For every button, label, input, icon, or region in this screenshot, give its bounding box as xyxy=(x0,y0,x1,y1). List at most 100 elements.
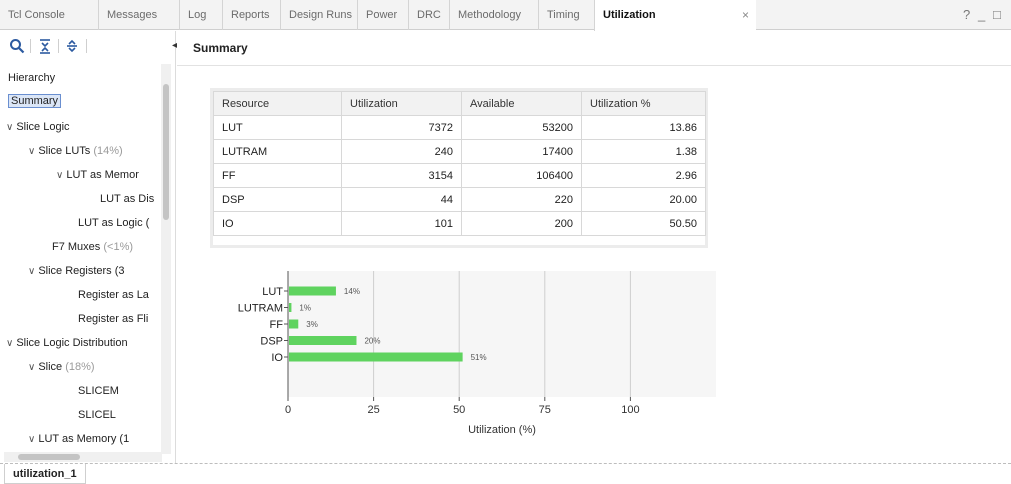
tree-horizontal-scrollbar[interactable] xyxy=(4,452,162,462)
table-header-row: Resource Utilization Available Utilizati… xyxy=(213,91,706,116)
bar-io xyxy=(289,352,463,362)
tab-tcl-console[interactable]: Tcl Console xyxy=(0,0,65,30)
cell-resource: IO xyxy=(213,211,342,236)
tab-messages[interactable]: Messages xyxy=(98,0,157,30)
tree-item-lut-as-distributed-ram[interactable]: LUT as Dis xyxy=(100,190,154,208)
tree-item-lut-as-memory-2[interactable]: ∨ LUT as Memory (1 xyxy=(28,430,129,448)
cell-available: 106400 xyxy=(461,163,582,188)
tree-item-label: Slice Logic xyxy=(16,121,70,133)
tree-item-lut-as-logic[interactable]: LUT as Logic ( xyxy=(78,214,149,232)
cell-utilization-percent: 13.86 xyxy=(581,115,706,140)
tree-item-slicel[interactable]: SLICEL xyxy=(78,406,116,424)
tree-item-slice-luts[interactable]: ∨ Slice LUTs (14%) xyxy=(28,142,123,160)
table-row[interactable]: LUT 7372 53200 13.86 xyxy=(213,115,706,140)
column-header-utilization[interactable]: Utilization xyxy=(341,91,462,116)
chevron-down-icon[interactable]: ∨ xyxy=(6,122,13,133)
data-label: 1% xyxy=(299,304,311,313)
cell-resource: LUT xyxy=(213,115,342,140)
cell-available: 53200 xyxy=(461,115,582,140)
tab-close-icon[interactable]: × xyxy=(742,0,749,30)
tree-item-slice-registers[interactable]: ∨ Slice Registers (3 xyxy=(28,262,125,280)
x-tick-label: 100 xyxy=(621,404,639,416)
tree-item-lut-as-memory[interactable]: ∨ LUT as Memor xyxy=(56,166,139,184)
search-icon[interactable] xyxy=(9,38,25,54)
tab-methodology[interactable]: Methodology xyxy=(449,0,521,30)
toolbar-divider xyxy=(30,39,31,53)
x-tick-label: 50 xyxy=(453,404,465,416)
tree-item-label: SLICEL xyxy=(78,409,116,421)
tree-item-slicem[interactable]: SLICEM xyxy=(78,382,119,400)
chevron-down-icon[interactable]: ∨ xyxy=(6,338,13,349)
tree-item-f7-muxes[interactable]: F7 Muxes (<1%) xyxy=(52,238,133,256)
chevron-down-icon[interactable]: ∨ xyxy=(28,146,35,157)
table-row[interactable]: IO 101 200 50.50 xyxy=(213,211,706,236)
page-title: Summary xyxy=(193,41,248,55)
utilization-bar-chart: 0 25 50 75 100 LUT 14% LUTRAM 1% FF 3% DSP 20% IO 51% U… xyxy=(238,271,716,436)
toolbar-divider xyxy=(58,39,59,53)
tree-item-hierarchy[interactable]: Hierarchy xyxy=(8,69,55,87)
tree-item-label: Register as Fli xyxy=(78,313,149,325)
bottom-tab-bar: utilization_1 xyxy=(0,463,1011,484)
tab-timing[interactable]: Timing xyxy=(538,0,580,30)
cell-utilization-percent: 50.50 xyxy=(581,211,706,236)
tree-item-label: Slice Logic Distribution xyxy=(16,337,128,349)
data-label: 3% xyxy=(306,320,318,329)
category-label: IO xyxy=(271,352,283,364)
tab-reports[interactable]: Reports xyxy=(222,0,270,30)
tree-item-label: SLICEM xyxy=(78,385,119,397)
help-icon[interactable]: ? xyxy=(963,0,970,30)
cell-utilization-percent: 1.38 xyxy=(581,139,706,164)
cell-resource: DSP xyxy=(213,187,342,212)
tree-item-register-as-flip-flop[interactable]: Register as Fli xyxy=(78,310,148,328)
tab-design-runs[interactable]: Design Runs xyxy=(280,0,352,30)
cell-utilization-percent: 2.96 xyxy=(581,163,706,188)
scrollbar-thumb[interactable] xyxy=(18,454,80,460)
tree-item-slice[interactable]: ∨ Slice (18%) xyxy=(28,358,95,376)
minimize-icon[interactable]: _ xyxy=(978,0,985,30)
tab-drc[interactable]: DRC xyxy=(408,0,441,30)
utilization-chart: 0 25 50 75 100 LUT 14% LUTRAM 1% FF 3% DSP 20% IO 51% U… xyxy=(232,269,722,442)
cell-resource: LUTRAM xyxy=(213,139,342,164)
maximize-icon[interactable]: □ xyxy=(993,0,1001,30)
chevron-down-icon[interactable]: ∨ xyxy=(56,170,63,181)
cell-available: 17400 xyxy=(461,139,582,164)
tree-item-label: Register as La xyxy=(78,289,149,301)
column-header-utilization-percent[interactable]: Utilization % xyxy=(581,91,706,116)
collapse-all-icon[interactable] xyxy=(37,38,53,54)
tree-item-label: Slice Registers (3 xyxy=(38,265,125,277)
category-label: FF xyxy=(270,319,284,331)
x-tick-label: 25 xyxy=(367,404,379,416)
cell-available: 200 xyxy=(461,211,582,236)
tab-power[interactable]: Power xyxy=(357,0,397,30)
data-label: 14% xyxy=(344,287,360,296)
tree-item-slice-logic-distribution[interactable]: ∨ Slice Logic Distribution xyxy=(6,334,128,352)
bar-dsp xyxy=(289,336,357,345)
data-label: 20% xyxy=(364,337,380,346)
scrollbar-thumb[interactable] xyxy=(163,84,169,220)
tree-item-label: LUT as Memor xyxy=(66,169,139,181)
column-header-available[interactable]: Available xyxy=(461,91,582,116)
tree-vertical-scrollbar[interactable] xyxy=(161,64,171,454)
table-row[interactable]: LUTRAM 240 17400 1.38 xyxy=(213,139,706,164)
column-header-resource[interactable]: Resource xyxy=(213,91,342,116)
tree-panel: Hierarchy Summary ∨ Slice Logic ∨ Slice LU… xyxy=(0,31,176,463)
tab-bar: Tcl Console Messages Log Reports Design … xyxy=(0,0,1011,31)
tab-utilization[interactable]: Utilization xyxy=(594,0,756,31)
cell-utilization-percent: 20.00 xyxy=(581,187,706,212)
expand-all-icon[interactable] xyxy=(64,38,80,54)
tab-log[interactable]: Log xyxy=(179,0,206,30)
chevron-down-icon[interactable]: ∨ xyxy=(28,362,35,373)
tree-item-summary[interactable]: Summary xyxy=(8,92,62,110)
chevron-down-icon[interactable]: ∨ xyxy=(28,434,35,445)
table-row[interactable]: FF 3154 106400 2.96 xyxy=(213,163,706,188)
tree-item-register-as-latch[interactable]: Register as La xyxy=(78,286,149,304)
tree-item-label: LUT as Memory (1 xyxy=(38,433,130,445)
chevron-down-icon[interactable]: ∨ xyxy=(28,266,35,277)
tab-utilization-1[interactable]: utilization_1 xyxy=(4,464,86,484)
divider xyxy=(177,65,1011,66)
tree-item-percent: (18%) xyxy=(65,361,95,373)
table-row[interactable]: DSP 44 220 20.00 xyxy=(213,187,706,212)
tree-item-slice-logic[interactable]: ∨ Slice Logic xyxy=(6,118,70,136)
utilization-table: Resource Utilization Available Utilizati… xyxy=(213,91,706,236)
tree-item-label: LUT as Logic ( xyxy=(78,217,150,229)
